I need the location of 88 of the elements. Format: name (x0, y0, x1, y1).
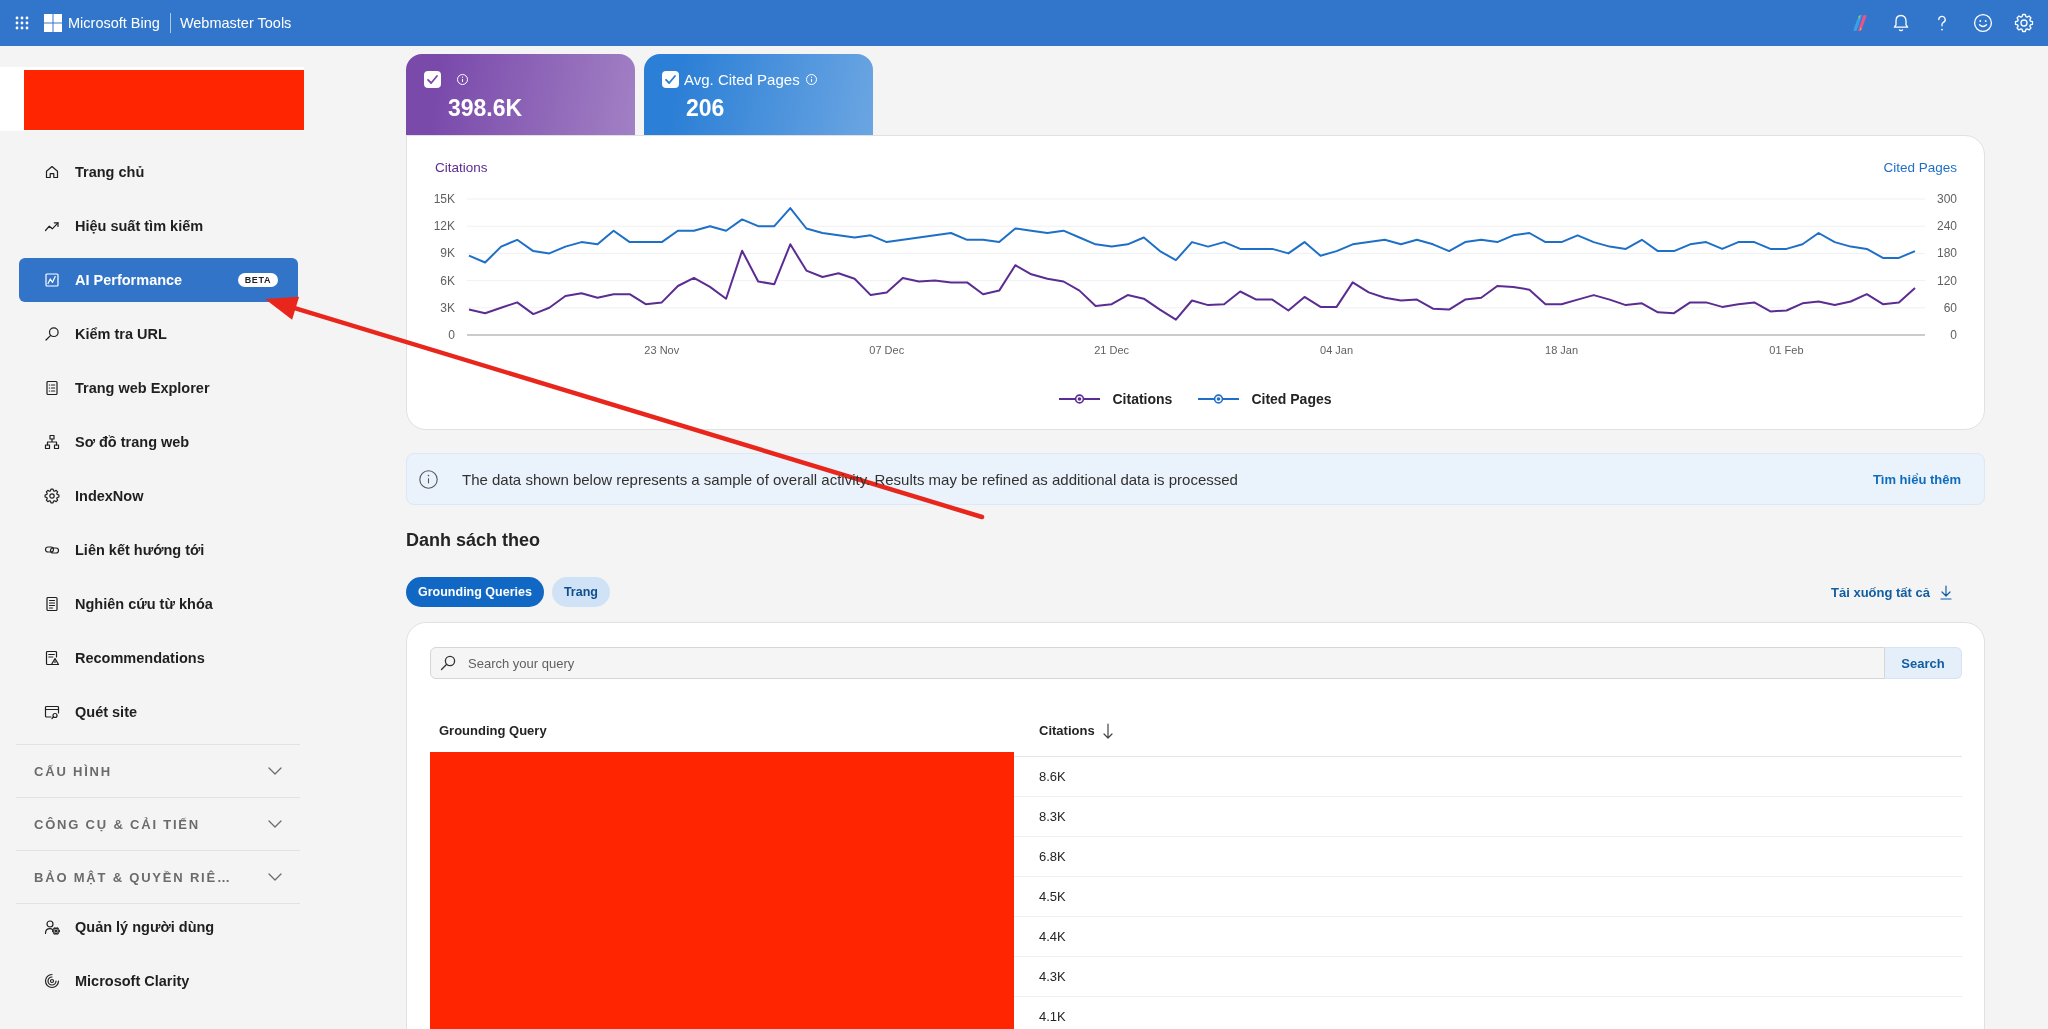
axis-tick-label: 240 (1936, 219, 1957, 234)
nav-item[interactable]: Hiệu suất tìm kiếm (19, 204, 298, 248)
axis-tick-label: 60 (1943, 300, 1957, 315)
axis-tick-label: 07 Dec (869, 344, 905, 356)
search-icon (44, 326, 60, 342)
nav-item[interactable]: IndexNow (19, 474, 298, 518)
section-header[interactable]: CÔNG CỤ & CẢI TIẾN (16, 798, 300, 851)
axis-tick-label: 0 (448, 328, 455, 342)
chevron-down-icon (268, 767, 282, 775)
column-header[interactable]: Citations (1014, 705, 1962, 757)
table-cell: 4.5K (1014, 877, 1962, 917)
table-cell: 8.6K (1014, 757, 1962, 797)
legend-item[interactable]: Cited Pages (1198, 389, 1332, 409)
axis-tick-label: 01 Feb (1769, 344, 1804, 356)
brand-name: Microsoft Bing (68, 15, 160, 31)
axis-tick-label: 23 Nov (644, 344, 680, 356)
axis-tick-label: 3K (440, 300, 455, 315)
person-gear-icon (44, 919, 60, 935)
document-list-icon (44, 380, 60, 396)
table-cell: 4.1K (1014, 997, 1962, 1029)
axis-tick-label: 300 (1936, 192, 1957, 206)
nav-item[interactable]: Trang chủ (19, 150, 298, 194)
nav-item[interactable]: Trang web Explorer (19, 366, 298, 410)
bell-icon[interactable] (1891, 13, 1911, 33)
document-warning-icon (44, 650, 60, 666)
axis-tick-label: 0 (1950, 328, 1957, 342)
axis-tick-label: 21 Dec (1094, 344, 1130, 356)
legend-item[interactable]: Citations (1059, 389, 1173, 409)
axis-tick-label: 15K (433, 192, 455, 206)
metric-label: Avg. Cited Pages (684, 71, 800, 88)
section-heading: Danh sách theo (406, 529, 542, 551)
gear-icon (44, 488, 60, 504)
product-name: Webmaster Tools (179, 15, 292, 31)
learn-more-link[interactable]: Tìm hiểu thêm (1872, 471, 1961, 487)
nav-item[interactable]: Nghiên cứu từ khóa (19, 582, 298, 626)
document-icon (44, 596, 60, 612)
window-magnifier-icon (44, 704, 60, 720)
metric-card[interactable]: 398.6K (406, 54, 635, 135)
axis-title: Cited Pages (1883, 160, 1957, 175)
section-header[interactable]: BẢO MẬT & QUYỀN RIÊ… (16, 851, 300, 904)
search-icon (440, 655, 456, 671)
smiley-face-icon[interactable] (1973, 13, 1993, 33)
info-icon[interactable] (457, 74, 468, 85)
section-header[interactable]: CẤU HÌNH (16, 744, 300, 798)
metric-value: 398.6K (448, 95, 524, 121)
nav-item[interactable]: Quản lý người dùng (19, 905, 298, 949)
info-icon[interactable] (805, 74, 817, 85)
chart-square-icon (44, 272, 60, 288)
nav-item[interactable]: Recommendations (19, 636, 298, 680)
info-icon (419, 469, 438, 489)
label-badge: BETA (237, 273, 278, 287)
arrow-down-icon (1102, 722, 1113, 739)
table-cell: 4.3K (1014, 957, 1962, 997)
chevron-down-icon (268, 820, 282, 828)
nav-item[interactable]: Quét site (19, 690, 298, 734)
nav-item[interactable]: AI Performance BETA (19, 258, 298, 302)
checkbox[interactable] (662, 71, 679, 88)
nav-item[interactable]: Liên kết hướng tới (19, 528, 298, 572)
settings-icon[interactable] (2014, 13, 2034, 33)
metric-value: 206 (686, 95, 726, 121)
axis-title: Citations (435, 160, 488, 175)
axis-tick-label: 180 (1936, 246, 1957, 261)
table-cell: 8.3K (1014, 797, 1962, 837)
axis-tick-label: 18 Jan (1545, 344, 1579, 356)
download-icon (1940, 584, 1952, 600)
download-link[interactable]: Tải xuống tất cả (1831, 584, 1952, 600)
axis-tick-label: 120 (1936, 273, 1957, 288)
metric-card[interactable]: Avg. Cited Pages 206 (644, 54, 873, 135)
axis-tick-label: 12K (433, 219, 455, 234)
axis-tick-label: 6K (440, 273, 455, 288)
hierarchy-icon (44, 434, 60, 450)
four-squares-logo-icon (44, 14, 62, 32)
table-cell: 6.8K (1014, 837, 1962, 877)
nav-item[interactable]: Sơ đồ trang web (19, 420, 298, 464)
tab[interactable]: Grounding Queries (406, 577, 544, 607)
chevron-down-icon (268, 873, 282, 881)
nav-item[interactable]: Microsoft Clarity (19, 959, 298, 1003)
nav-item[interactable]: Kiểm tra URL (19, 312, 298, 356)
concentric-arcs-icon (44, 973, 60, 989)
tab[interactable]: Trang (551, 577, 610, 607)
axis-tick-label: 04 Jan (1320, 344, 1354, 356)
checkbox[interactable] (424, 71, 441, 88)
app-grid-icon[interactable] (15, 16, 29, 30)
search-field[interactable]: Search your query (430, 647, 1885, 679)
home-icon (44, 164, 60, 180)
axis-tick-label: 9K (440, 246, 455, 261)
table-cell: 4.4K (1014, 917, 1962, 957)
search-button[interactable]: Search (1885, 647, 1962, 679)
